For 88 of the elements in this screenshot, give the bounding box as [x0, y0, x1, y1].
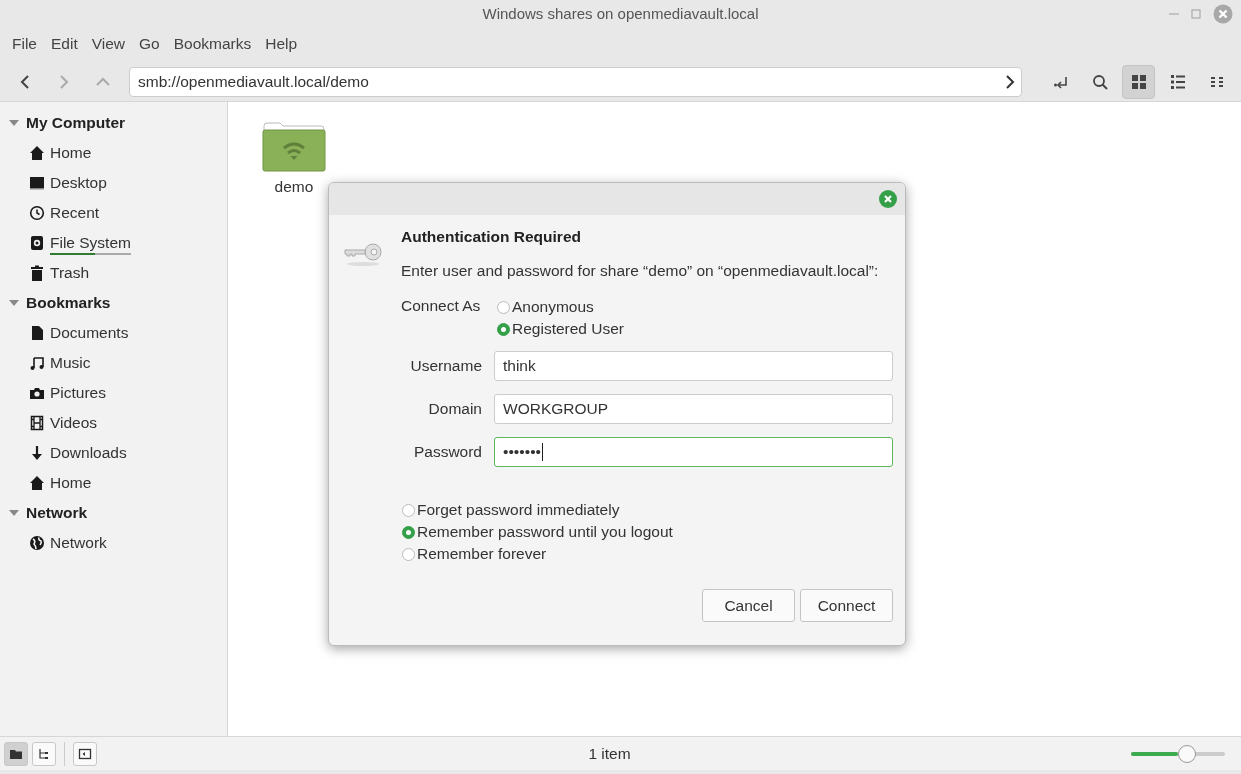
menu-item[interactable]: View — [86, 33, 131, 55]
section-heading: Network — [26, 504, 88, 522]
sidebar-item[interactable]: Desktop — [0, 168, 227, 198]
trash-icon — [29, 265, 45, 281]
folder-item[interactable]: demo — [262, 122, 326, 196]
close-icon — [879, 190, 897, 208]
item-label: Recent — [50, 204, 100, 222]
dialog-button[interactable]: Cancel — [702, 589, 795, 622]
input-field[interactable]: WORKGROUP — [494, 394, 893, 424]
field-label: Domain — [427, 400, 483, 418]
item-label: Videos — [50, 414, 98, 432]
item-label: Pictures — [50, 384, 106, 402]
sidebar-item[interactable]: Home — [0, 138, 227, 168]
dialog-button[interactable]: Connect — [800, 589, 893, 622]
radio-option[interactable]: Remember forever — [402, 545, 893, 563]
close-button[interactable] — [879, 190, 897, 208]
item-label: Desktop — [50, 174, 107, 192]
field-label: Password — [412, 443, 483, 461]
radio-option[interactable]: Anonymous — [497, 298, 624, 316]
tree-icon — [37, 746, 51, 761]
minimize-icon — [1169, 13, 1179, 15]
monitor-icon — [29, 175, 45, 191]
camera-icon — [29, 385, 45, 401]
sidebar-item[interactable]: Recent — [0, 198, 227, 228]
globe-icon — [29, 535, 45, 551]
radio-option[interactable]: Forget password immediately — [402, 501, 893, 519]
item-label: Network — [50, 534, 107, 552]
music-note-icon — [29, 355, 45, 371]
sidebar-item[interactable]: Trash — [0, 258, 227, 288]
sidebar-item[interactable]: Downloads — [0, 438, 227, 468]
grid-icon — [1130, 73, 1147, 90]
sidebar-item[interactable]: Pictures — [0, 378, 227, 408]
menu-item[interactable]: Go — [134, 33, 165, 55]
item-label: Trash — [50, 264, 90, 282]
toggle-sidebar-button[interactable] — [73, 741, 97, 766]
radio-option[interactable]: Remember password until you logout — [402, 523, 893, 541]
input-field[interactable]: ••••••• — [494, 437, 893, 467]
field-label: Connect As — [401, 296, 482, 316]
clock-icon — [29, 205, 45, 221]
sidebar-item[interactable]: File System — [0, 228, 227, 258]
down-arrow-icon — [29, 445, 45, 461]
item-label: Music — [50, 354, 91, 372]
sidebar-item[interactable]: Home — [0, 468, 227, 498]
item-label: Home — [50, 474, 92, 492]
location-text: smb://openmediavault.local/demo — [138, 72, 369, 91]
menu-item[interactable]: Help — [260, 33, 303, 55]
location-field[interactable]: smb://openmediavault.local/demo — [129, 66, 1022, 97]
drive-icon — [29, 235, 45, 251]
dialog-title: Authentication Required — [401, 228, 582, 246]
menu-item[interactable]: Edit — [46, 33, 83, 55]
search-icon — [1091, 73, 1108, 90]
sidebar-item[interactable]: Network — [0, 528, 227, 558]
chevron-up-icon — [94, 75, 111, 88]
maximize-icon — [1191, 9, 1201, 19]
key-icon — [343, 241, 383, 267]
sidebar-panel-icon — [78, 746, 92, 761]
document-icon — [29, 325, 45, 341]
status-text: 1 item — [587, 744, 632, 763]
network-folder-icon — [262, 122, 326, 172]
menu-item[interactable]: File — [7, 33, 42, 55]
list-icon — [1169, 73, 1186, 90]
go-button[interactable] — [1005, 73, 1015, 90]
film-icon — [29, 415, 45, 431]
chevron-right-icon — [57, 73, 70, 90]
field-label: Username — [409, 357, 483, 375]
item-label: Home — [50, 144, 92, 162]
close-icon — [1213, 4, 1233, 24]
tree-pane-button[interactable] — [32, 741, 56, 766]
chevron-right-icon — [1005, 73, 1015, 90]
menu-item[interactable]: Bookmarks — [168, 33, 257, 55]
dialog-message: Enter user and password for share “demo” on “openmediavault.local”: — [401, 262, 880, 280]
item-label: File System — [50, 234, 131, 252]
section-heading: Bookmarks — [26, 294, 111, 312]
icons-view-button[interactable] — [1122, 64, 1155, 99]
input-field[interactable]: think — [494, 351, 893, 381]
radio-option[interactable]: Registered User — [497, 320, 624, 338]
chevron-left-icon — [18, 73, 31, 90]
sidebar-item[interactable]: Documents — [0, 318, 227, 348]
window-title: Windows shares on openmediavault.local — [482, 4, 759, 22]
item-label: Downloads — [50, 444, 127, 462]
home-icon — [29, 145, 45, 161]
file-name: demo — [274, 178, 314, 196]
sidebar-item[interactable]: Videos — [0, 408, 227, 438]
section-heading: My Computer — [26, 114, 126, 132]
home-icon — [29, 475, 45, 491]
places-pane-button[interactable] — [4, 741, 28, 766]
item-label: Documents — [50, 324, 129, 342]
sidebar-item[interactable]: Music — [0, 348, 227, 378]
